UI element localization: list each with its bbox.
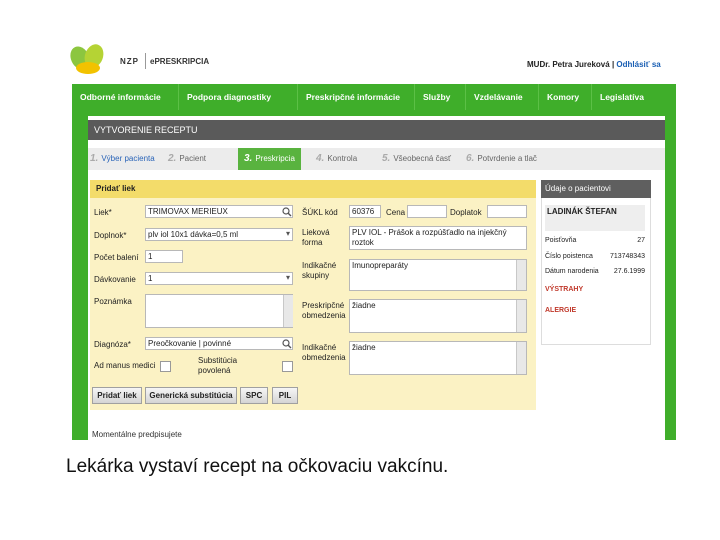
generic-substitution-button[interactable]: Generická substitúcia [145, 387, 237, 404]
liekova-forma-field: PLV IOL - Prášok a rozpúšťadlo na injekč… [349, 226, 527, 250]
nav-legislativa[interactable]: Legislatíva [591, 84, 656, 110]
poznamka-label: Poznámka [94, 297, 132, 306]
davkovanie-label: Dávkovanie [94, 275, 136, 284]
liek-label: Liek* [94, 208, 112, 217]
form-header: Pridať liek [90, 180, 536, 198]
diagnoza-label: Diagnóza* [94, 340, 131, 349]
poznamka-scrollbar[interactable] [283, 295, 293, 327]
indikacne-scrollbar[interactable] [516, 260, 526, 290]
cena-label: Cena [386, 208, 406, 217]
search-icon[interactable] [282, 207, 292, 217]
doplatok-input[interactable] [487, 205, 527, 218]
doplatok-label: Doplatok [450, 208, 482, 217]
sukl-input[interactable]: 60376 [349, 205, 381, 218]
logout-link[interactable]: Odhlásiť sa [616, 60, 660, 69]
pocet-baleni-label: Počet balení [94, 253, 139, 262]
patient-row-label: Dátum narodenia [545, 268, 599, 275]
ad-manus-label: Ad manus medici [94, 361, 156, 370]
preskripcne-obmedzenia-label: Preskripčné obmedzenia [302, 301, 346, 320]
user-separator: | [611, 60, 615, 69]
currently-prescribing-label: Momentálne predpisujete [92, 430, 182, 439]
liekova-forma-label: Lieková forma [302, 228, 330, 247]
step-pacient[interactable]: 2. Pacient [168, 148, 206, 170]
brand-separator [145, 53, 146, 69]
substitucia-label: Substitúcia povolená [198, 356, 238, 375]
preskripcne-scrollbar[interactable] [516, 300, 526, 332]
step-preskripcia[interactable]: 3. Preskripcia [238, 148, 301, 170]
user-box: MUDr. Petra Jureková | Odhlásiť sa [527, 60, 661, 69]
page-title: VYTVORENIE RECEPTU [88, 120, 665, 140]
warnings-link[interactable]: VÝSTRAHY [545, 286, 583, 293]
brand-epreskripcia: ePRESKRIPCIA [150, 57, 210, 66]
patient-row-label: Číslo poistenca [545, 253, 593, 260]
spc-button[interactable]: SPC [240, 387, 268, 404]
patient-row-value: 27 [637, 237, 645, 244]
indikacne-skupiny-field: Imunopreparáty [349, 259, 527, 291]
nav-odborne-informacie[interactable]: Odborné informácie [72, 84, 178, 110]
indikacne-obmedzenia-field: žiadne [349, 341, 527, 375]
nav-sluzby[interactable]: Služby [414, 84, 465, 110]
nzp-logo-icon [70, 44, 104, 74]
patient-panel-header: Údaje o pacientovi [541, 180, 651, 198]
sukl-label: ŠÚKL kód [302, 208, 338, 217]
pil-button[interactable]: PIL [272, 387, 298, 404]
patient-name: LADINÁK ŠTEFAN [545, 205, 645, 231]
allergies-link[interactable]: ALERGIE [545, 307, 576, 314]
nav-vzdelavanie[interactable]: Vzdelávanie [465, 84, 538, 110]
doplnok-label: Doplnok* [94, 231, 127, 240]
liek-input[interactable]: TRIMOVAX MERIEUX [145, 205, 293, 218]
pocet-baleni-input[interactable]: 1 [145, 250, 183, 263]
nav-komory[interactable]: Komory [538, 84, 591, 110]
ad-manus-checkbox[interactable] [160, 361, 171, 372]
user-name: MUDr. Petra Jureková [527, 60, 610, 69]
diagnoza-search-icon[interactable] [282, 339, 292, 349]
step-potvrdenie-a-tlac[interactable]: 6. Potvrdenie a tlač [466, 148, 537, 170]
indikacne-obm-scrollbar[interactable] [516, 342, 526, 374]
poznamka-textarea[interactable] [145, 294, 293, 328]
slide-caption: Lekárka vystaví recept na očkovaciu vakc… [66, 456, 449, 477]
patient-row-value: 27.6.1999 [613, 268, 645, 275]
step-kontrola[interactable]: 4. Kontrola [316, 148, 357, 170]
preskripcne-obmedzenia-field: žiadne [349, 299, 527, 333]
step-vseobecna-cast[interactable]: 5. Všeobecná časť [382, 148, 451, 170]
patient-row-label: Poisťovňa [545, 237, 577, 244]
step-vyber-pacienta[interactable]: 1. Výber pacienta [90, 148, 155, 170]
main-nav: Odborné informácie Podpora diagnostiky P… [72, 84, 676, 110]
add-drug-button[interactable]: Pridať liek [92, 387, 142, 404]
davkovanie-select[interactable]: 1 [145, 272, 293, 285]
cena-input[interactable] [407, 205, 447, 218]
indikacne-obmedzenia-label: Indikačné obmedzenia [302, 343, 346, 362]
substitucia-checkbox[interactable] [282, 361, 293, 372]
nav-preskripcne-informacie[interactable]: Preskripčné informácie [297, 84, 414, 110]
patient-row-value: 713748343 [609, 253, 645, 260]
nav-podpora-diagnostiky[interactable]: Podpora diagnostiky [178, 84, 297, 110]
diagnoza-input[interactable]: Preočkovanie | povinné [145, 337, 293, 350]
doplnok-select[interactable]: plv iol 10x1 dávka=0,5 ml [145, 228, 293, 241]
indikacne-skupiny-label: Indikačné skupiny [302, 261, 337, 280]
brand-nzp: NZP [120, 57, 139, 66]
